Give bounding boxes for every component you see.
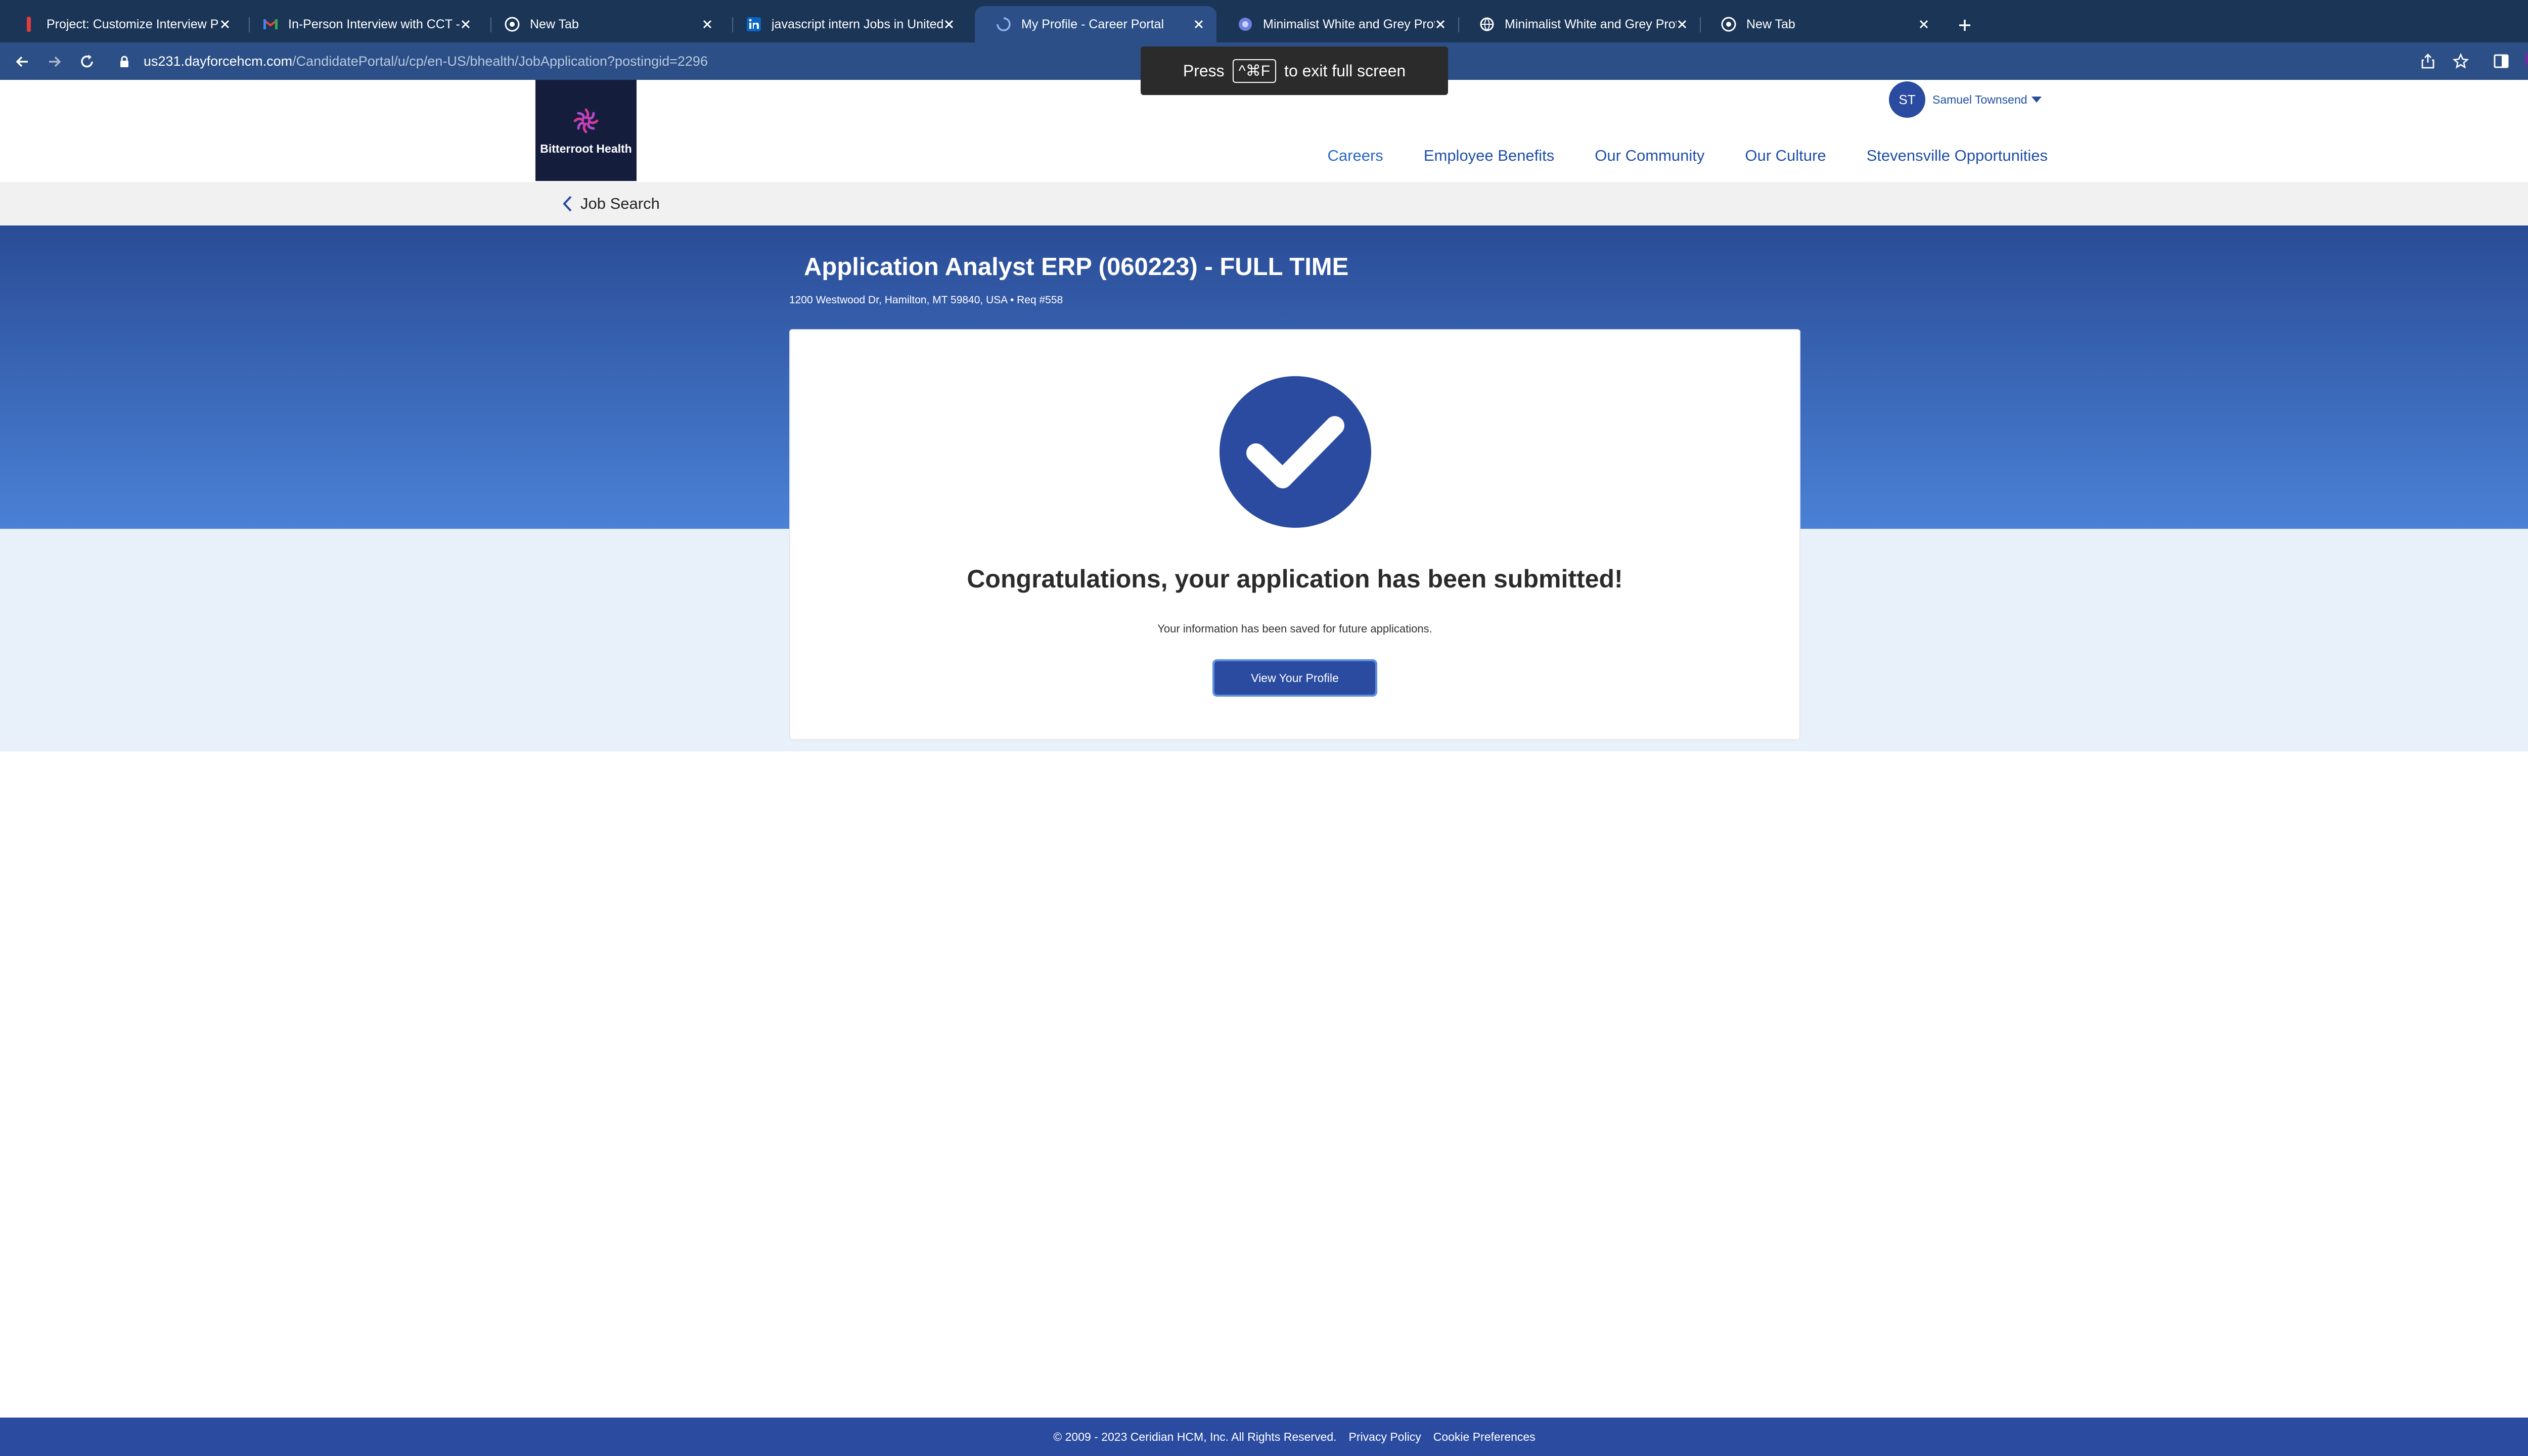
tab-title: In-Person Interview with CCT - (288, 17, 460, 31)
logo-text: Bitterroot Health (540, 142, 632, 155)
close-tab-icon[interactable] (940, 16, 958, 33)
logo-flower-icon (573, 108, 599, 133)
browser-tab[interactable]: New Tab (1700, 6, 1942, 42)
nav-our-culture[interactable]: Our Culture (1745, 147, 1826, 165)
url-field[interactable]: us231.dayforcehcm.com/CandidatePortal/u/… (144, 51, 708, 71)
chrome-icon (1720, 16, 1737, 33)
nav-stevensville-opportunities[interactable]: Stevensville Opportunities (1867, 147, 2048, 165)
confirmation-card: Congratulations, your application has be… (789, 329, 1800, 740)
close-tab-icon[interactable] (1432, 16, 1449, 33)
browser-tab[interactable]: javascript intern Jobs in United (725, 6, 967, 42)
tab-title: Minimalist White and Grey Prof (1263, 17, 1435, 31)
nav-careers[interactable]: Careers (1328, 147, 1383, 165)
breadcrumb-job-search[interactable]: Job Search (562, 182, 660, 225)
browser-tab[interactable]: Project: Customize Interview P (0, 6, 243, 42)
close-tab-icon[interactable] (1674, 16, 1691, 33)
tab-title: New Tab (530, 17, 579, 31)
footer-cookie-link[interactable]: Cookie Preferences (1433, 1430, 1536, 1444)
chevron-left-icon (563, 196, 572, 212)
close-tab-icon[interactable] (216, 16, 234, 33)
back-arrow-icon[interactable] (12, 52, 32, 72)
page-footer: © 2009 - 2023 Ceridian HCM, Inc. All Rig… (0, 1418, 2528, 1456)
check-circle-icon (1220, 376, 1371, 528)
user-menu[interactable]: ST Samuel Townsend (1889, 81, 2043, 118)
reload-icon[interactable] (77, 52, 97, 72)
side-panel-icon[interactable] (2491, 51, 2511, 71)
close-tab-icon[interactable] (699, 16, 716, 33)
footer-copyright: © 2009 - 2023 Ceridian HCM, Inc. All Rig… (1053, 1430, 1337, 1443)
confirmation-subtext: Your information has been saved for futu… (1157, 622, 1432, 635)
browser-tab-active[interactable]: My Profile - Career Portal (975, 6, 1216, 42)
loading-spinner-icon (995, 16, 1012, 33)
tab-title: Minimalist White and Grey Prof (1505, 17, 1677, 31)
new-tab-icon[interactable] (1955, 15, 1975, 35)
browser-tab[interactable]: Minimalist White and Grey Prof (1458, 6, 1700, 42)
confirmation-heading: Congratulations, your application has be… (967, 565, 1623, 593)
caret-down-icon (2031, 97, 2042, 103)
chrome-icon (504, 16, 521, 33)
stripe-icon (20, 16, 37, 33)
user-name: Samuel Townsend (1932, 93, 2027, 106)
bookmark-star-icon[interactable] (2451, 51, 2471, 71)
url-host: us231.dayforcehcm.com (144, 53, 293, 69)
globe-icon (1478, 16, 1496, 33)
breadcrumb-label: Job Search (580, 195, 660, 212)
fullscreen-press-text: Press (1183, 61, 1225, 80)
tab-title: New Tab (1746, 17, 1795, 31)
fullscreen-suffix-text: to exit full screen (1284, 61, 1406, 80)
browser-tab[interactable]: In-Person Interview with CCT - (242, 6, 483, 42)
fullscreen-shortcut-key: ^⌘F (1232, 59, 1277, 83)
browser-tab[interactable]: New Tab (483, 6, 725, 42)
site-logo[interactable]: Bitterroot Health (535, 80, 637, 181)
job-title: Application Analyst ERP (060223) - FULL … (804, 253, 1349, 281)
tab-title: Project: Customize Interview P (47, 17, 218, 31)
close-tab-icon[interactable] (1190, 16, 1207, 33)
gmail-icon (262, 16, 279, 33)
forward-arrow-icon[interactable] (44, 52, 65, 72)
breadcrumb-bar: Job Search (0, 182, 2528, 225)
tab-title: javascript intern Jobs in United (772, 17, 943, 31)
nav-employee-benefits[interactable]: Employee Benefits (1424, 147, 1554, 165)
url-path: /CandidatePortal/u/cp/en-US/bhealth/JobA… (292, 53, 708, 69)
tab-title: My Profile - Career Portal (1021, 17, 1164, 31)
lock-icon[interactable] (117, 52, 131, 72)
linkedin-icon (745, 16, 762, 33)
share-icon[interactable] (2418, 51, 2438, 71)
browser-tab-bar: Project: Customize Interview P In-Person… (0, 0, 2528, 42)
close-tab-icon[interactable] (457, 16, 474, 33)
footer-privacy-link[interactable]: Privacy Policy (1349, 1430, 1421, 1444)
fullscreen-notice: Press ^⌘F to exit full screen (1141, 47, 1448, 95)
job-location: 1200 Westwood Dr, Hamilton, MT 59840, US… (789, 294, 1063, 306)
nav-our-community[interactable]: Our Community (1595, 147, 1704, 165)
close-tab-icon[interactable] (1915, 16, 1932, 33)
user-avatar: ST (1889, 81, 1925, 118)
canva-icon (1237, 16, 1254, 33)
browser-tab[interactable]: Minimalist White and Grey Prof (1216, 6, 1458, 42)
view-profile-button[interactable]: View Your Profile (1212, 659, 1377, 697)
main-navigation: Careers Employee Benefits Our Community … (1287, 147, 2048, 165)
